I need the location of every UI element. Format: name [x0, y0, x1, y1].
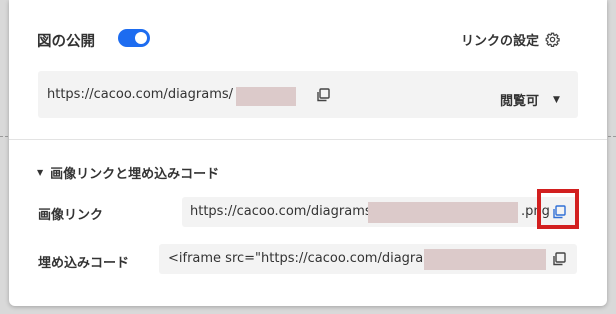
toggle-knob [135, 32, 147, 44]
image-link-label: 画像リンク [38, 208, 104, 223]
link-settings-button[interactable]: リンクの設定 [461, 30, 560, 49]
dialog-title: 図の公開 [37, 34, 95, 50]
embed-code-field[interactable]: <iframe src="https://cacoo.com/diagrams/ [159, 244, 577, 274]
redacted-url-part [236, 87, 296, 106]
copy-button-highlight [537, 189, 579, 229]
triangle-down-icon: ▼ [37, 168, 44, 177]
publish-dialog: 図の公開 リンクの設定 https://cacoo.com/diagrams/ … [9, 0, 607, 306]
image-link-section-toggle[interactable]: ▼ 画像リンクと埋め込みコード [37, 163, 219, 182]
section-label: 画像リンクと埋め込みコード [50, 167, 220, 182]
share-url-box: https://cacoo.com/diagrams/ 閲覧可 ▼ [38, 71, 578, 118]
link-settings-label: リンクの設定 [461, 34, 540, 49]
redacted-image-url-part [368, 202, 518, 223]
permission-dropdown[interactable]: 閲覧可 ▼ [500, 90, 560, 109]
section-divider [9, 139, 607, 140]
publish-toggle[interactable] [118, 29, 150, 47]
copy-embed-code-icon[interactable] [552, 252, 566, 266]
image-link-field[interactable]: https://cacoo.com/diagrams/ .png [182, 197, 577, 227]
caret-down-icon: ▼ [553, 94, 560, 105]
embed-code-value: <iframe src="https://cacoo.com/diagrams/ [168, 251, 448, 266]
share-url-text[interactable]: https://cacoo.com/diagrams/ [47, 87, 233, 102]
image-link-url: https://cacoo.com/diagrams/ [190, 204, 377, 219]
permission-label: 閲覧可 [500, 94, 540, 109]
gear-icon [545, 32, 560, 47]
redacted-embed-part [424, 249, 546, 270]
copy-share-url-icon[interactable] [316, 87, 330, 102]
embed-code-label: 埋め込みコード [38, 256, 130, 271]
